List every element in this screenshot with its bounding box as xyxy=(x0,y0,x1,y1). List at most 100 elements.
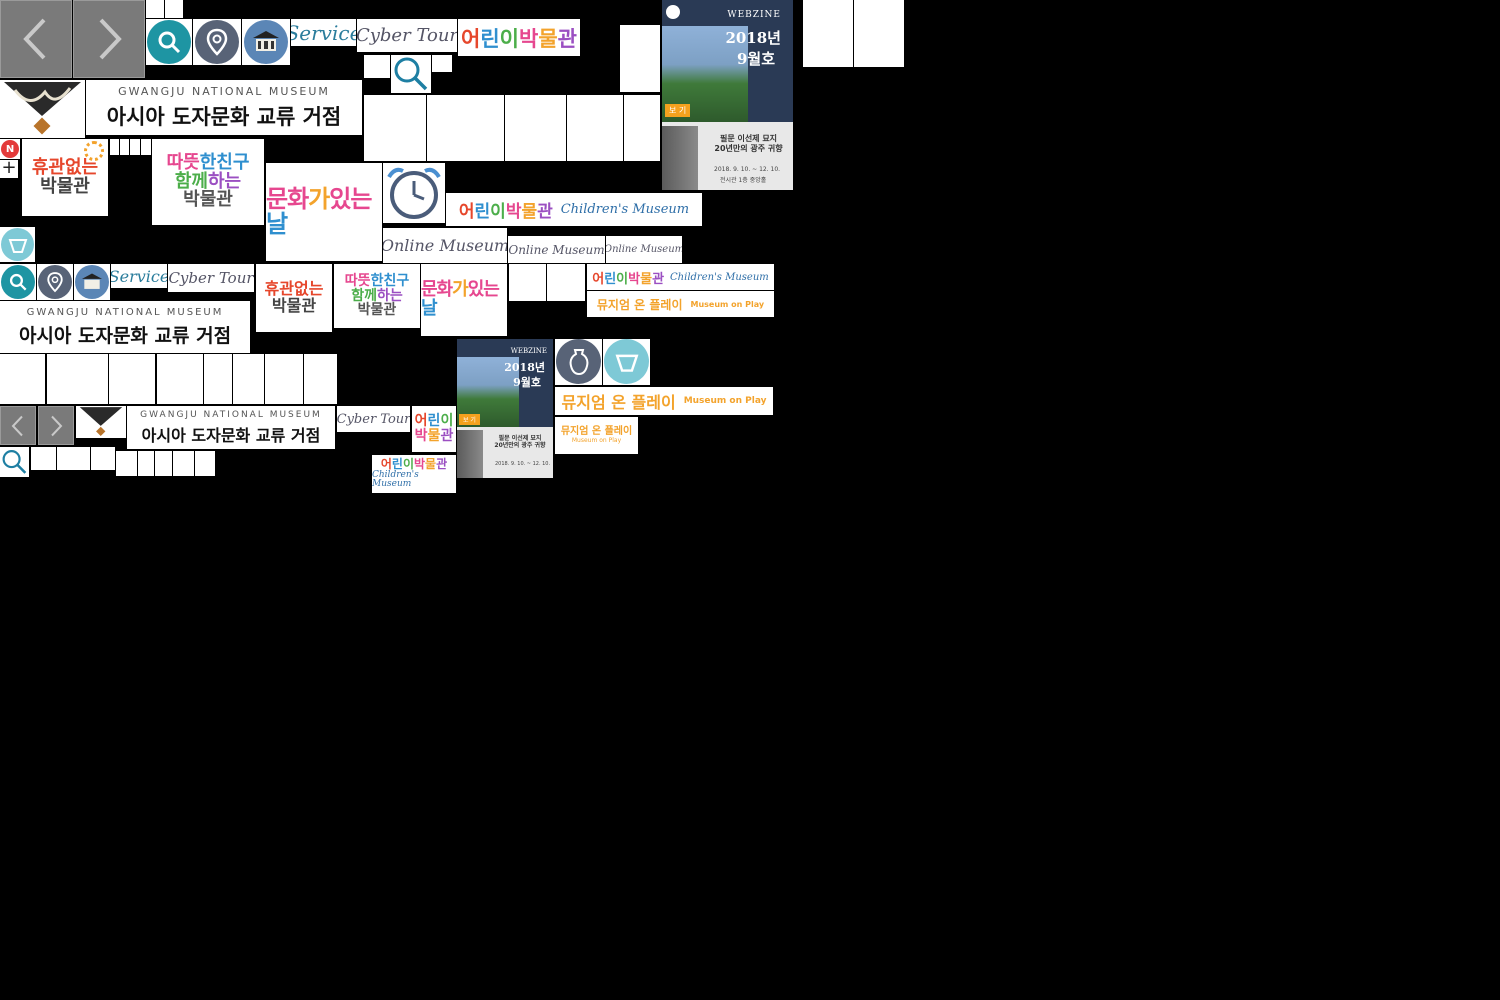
museum-on-play-ko: 뮤지엄 온 플레이 xyxy=(561,393,676,412)
blank-tile xyxy=(110,139,119,155)
culture-day-banner[interactable]: 문화가있는날 xyxy=(421,264,507,336)
webzine-month: 9월호 xyxy=(513,376,541,389)
plus-icon[interactable]: + xyxy=(0,159,18,178)
blank-tile xyxy=(120,139,129,155)
museum-on-play-banner[interactable]: 뮤지엄 온 플레이 Museum on Play xyxy=(587,291,774,317)
online-museum-link[interactable]: Online Museum xyxy=(383,228,507,263)
webzine-view-button[interactable]: 보 기 xyxy=(665,104,691,117)
blank-tile xyxy=(427,95,504,161)
museum-on-play-banner[interactable]: 뮤지엄 온 플레이 Museum on Play xyxy=(555,417,638,454)
blank-tile xyxy=(509,264,546,301)
museum-title-block: GWANGJU NATIONAL MUSEUM 아시아 도자문화 교류 거점 xyxy=(86,80,362,135)
webzine-article-line: 20년만의 광주 귀향 xyxy=(494,442,546,450)
new-badge-tile: N xyxy=(0,139,20,159)
childrens-museum-en: Children's Museum xyxy=(670,271,769,283)
blank-tile xyxy=(157,354,203,404)
location-pin-icon xyxy=(38,265,72,299)
childrens-museum-ko-link[interactable]: 어린이 박물관 xyxy=(412,406,456,452)
museum-on-play-en: Museum on Play xyxy=(571,436,622,444)
webzine-month: 9월호 xyxy=(736,50,775,68)
museum-emblem-icon xyxy=(79,407,123,437)
search-icon xyxy=(1,265,35,299)
banner-line: 박물관 xyxy=(271,296,317,315)
childrens-museum-banner[interactable]: 어린이박물관 Children's Museum xyxy=(587,264,774,290)
next-arrow-button[interactable] xyxy=(38,406,74,445)
alarm-clock-icon xyxy=(387,167,441,219)
service-link[interactable]: Service xyxy=(111,264,167,288)
search-icon-tile[interactable] xyxy=(391,55,431,93)
blank-tile xyxy=(364,95,426,161)
location-tile[interactable] xyxy=(193,19,241,65)
cyber-tour-link[interactable]: Cyber Tour xyxy=(337,406,410,432)
no-holiday-banner[interactable]: 휴관없는 박물관 xyxy=(256,264,332,332)
museum-on-play-banner[interactable]: 뮤지엄 온 플레이 Museum on Play xyxy=(555,387,773,415)
cyber-tour-link[interactable]: Cyber Tour xyxy=(357,19,457,52)
prev-arrow-button[interactable] xyxy=(0,0,72,78)
blank-tile xyxy=(803,0,853,67)
webzine-tag: WEBZINE xyxy=(727,10,781,20)
search-tile[interactable] xyxy=(0,264,36,300)
no-holiday-banner[interactable]: 휴관없는 박물관 xyxy=(22,139,108,216)
culture-day-banner[interactable]: 문화가있는날 xyxy=(266,163,382,261)
prev-arrow-button[interactable] xyxy=(0,406,36,445)
museum-logo[interactable] xyxy=(76,406,126,438)
childrens-museum-banner[interactable]: 어린이박물관 Children's Museum xyxy=(372,455,456,493)
blank-tile xyxy=(204,354,232,404)
new-badge-icon: N xyxy=(1,140,19,158)
chevron-right-icon xyxy=(51,415,63,436)
childrens-museum-en: Children's Museum xyxy=(560,202,690,217)
next-arrow-button[interactable] xyxy=(73,0,145,78)
webzine-poster[interactable]: WEBZINE 2018년 9월호 보 기 필문 이선제 묘지 20년만의 광주… xyxy=(457,339,553,478)
online-museum-link[interactable]: Online Museum xyxy=(606,236,682,263)
webzine-date: 2018. 9. 10. ~ 12. 10. xyxy=(714,166,781,173)
childrens-museum-banner[interactable]: 어린이박물관 Children's Museum xyxy=(446,193,702,226)
blank-tile xyxy=(620,25,660,92)
webzine-year: 2018년 xyxy=(504,361,545,374)
blank-tile xyxy=(0,354,45,404)
chevron-left-icon xyxy=(11,415,23,436)
museum-on-play-ko: 뮤지엄 온 플레이 xyxy=(596,297,683,312)
museum-title-block: GWANGJU NATIONAL MUSEUM 아시아 도자문화 교류 거점 xyxy=(127,406,335,449)
service-link[interactable]: Service xyxy=(291,19,356,46)
blank-tile xyxy=(141,139,151,155)
vase-icon-tile[interactable] xyxy=(555,339,602,385)
blank-tile xyxy=(31,447,56,470)
location-tile[interactable] xyxy=(37,264,73,300)
museum-on-play-en: Museum on Play xyxy=(683,396,767,406)
blank-tile xyxy=(91,447,115,470)
alarm-tile[interactable] xyxy=(383,163,445,223)
museum-building-tile[interactable] xyxy=(242,19,290,65)
celadon-bowl-icon xyxy=(604,339,649,384)
museum-title-block: GWANGJU NATIONAL MUSEUM 아시아 도자문화 교류 거점 xyxy=(0,301,250,353)
blank-tile xyxy=(173,451,194,476)
museum-name-en: GWANGJU NATIONAL MUSEUM xyxy=(140,409,322,420)
search-tile[interactable] xyxy=(146,19,192,65)
blank-tile xyxy=(854,0,904,67)
heritage-icon-tile[interactable] xyxy=(0,227,35,262)
blank-tile xyxy=(432,55,452,72)
warm-friend-banner[interactable]: 따뜻한친구 함께하는 박물관 xyxy=(152,139,264,225)
blank-tile xyxy=(138,451,154,476)
search-icon xyxy=(147,20,191,64)
webzine-poster[interactable]: WEBZINE 2018년 9월호 보 기 필문 이선제 묘지 20년만의 광주… xyxy=(662,0,793,190)
blank-tile xyxy=(109,354,155,404)
warm-friend-banner[interactable]: 따뜻한친구 함께하는 박물관 xyxy=(334,264,420,328)
museum-on-play-en: Museum on Play xyxy=(690,299,765,309)
blank-tile xyxy=(233,354,264,404)
blank-tile xyxy=(265,354,303,404)
museum-name-en: GWANGJU NATIONAL MUSEUM xyxy=(26,306,224,318)
webzine-tag: WEBZINE xyxy=(510,347,547,355)
blank-tile xyxy=(116,451,137,476)
webzine-view-button[interactable]: 보 기 xyxy=(459,414,480,425)
blank-tile xyxy=(547,264,585,301)
blank-tile xyxy=(304,354,337,404)
cyber-tour-link[interactable]: Cyber Tour xyxy=(168,264,254,292)
banner-line: 박물관 xyxy=(183,189,233,211)
heritage-icon-tile[interactable] xyxy=(603,339,650,385)
search-icon-tile[interactable] xyxy=(0,447,29,477)
museum-logo[interactable] xyxy=(0,80,85,138)
banner-line: 박물관 xyxy=(357,302,397,319)
museum-building-tile[interactable] xyxy=(74,264,110,300)
online-museum-link[interactable]: Online Museum xyxy=(508,236,605,263)
childrens-museum-ko-link[interactable]: 어린이박물관 xyxy=(458,19,580,56)
